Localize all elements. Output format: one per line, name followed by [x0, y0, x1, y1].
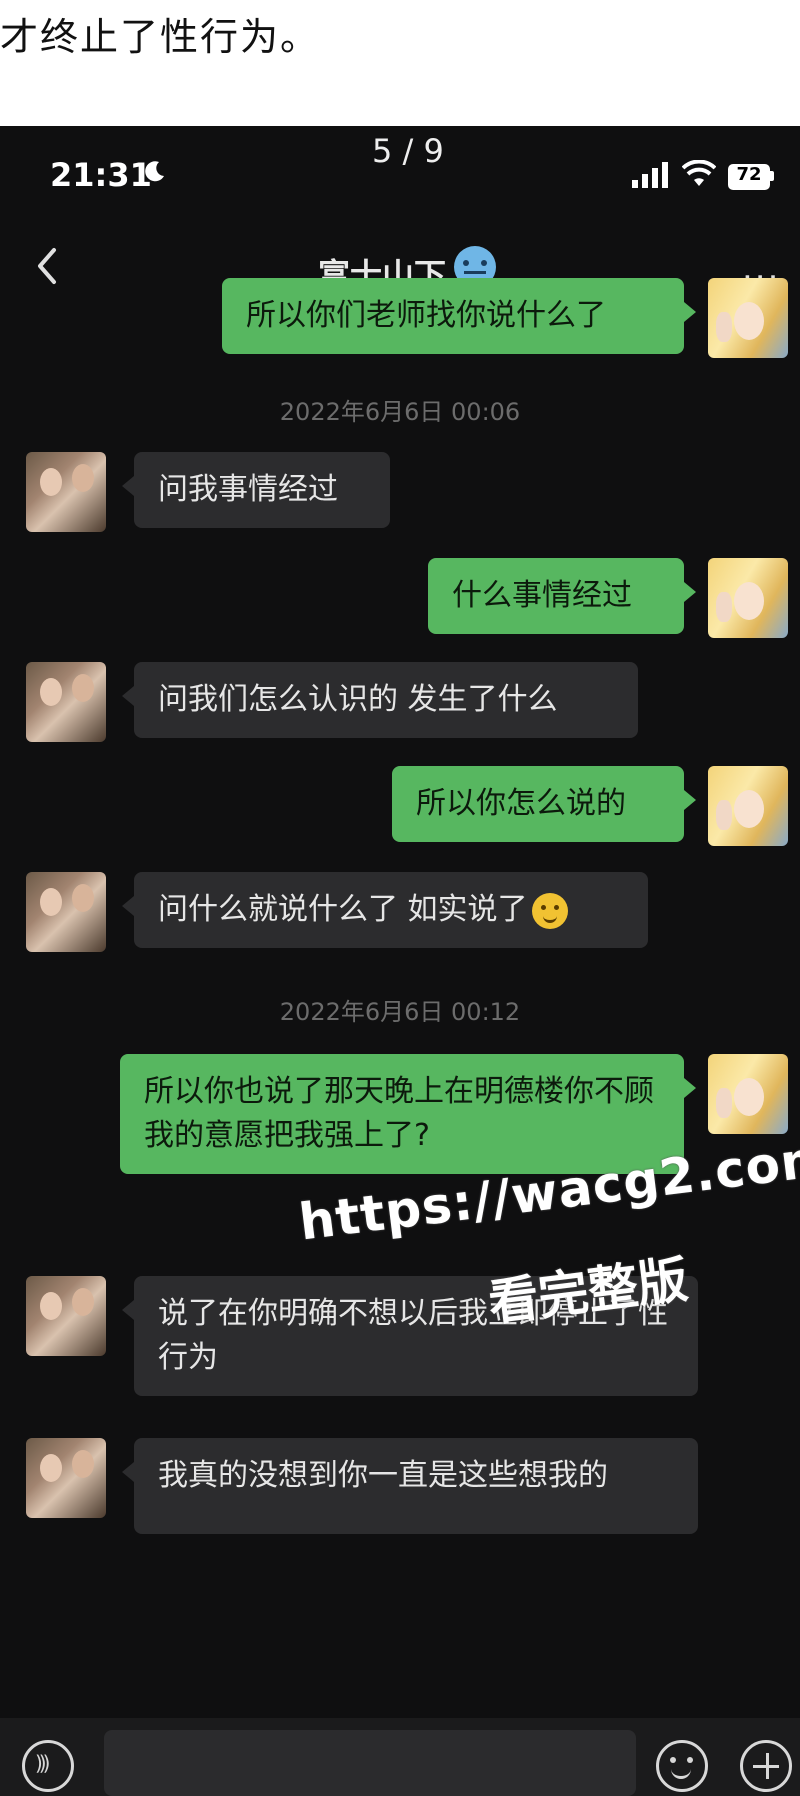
contact-avatar[interactable]: [26, 1438, 106, 1518]
message-text: 我真的没想到你一直是这些想我的: [158, 1458, 608, 1493]
message-received[interactable]: 问我们怎么认识的 发生了什么: [122, 662, 638, 738]
message-received[interactable]: 我真的没想到你一直是这些想我的: [122, 1438, 698, 1534]
message-sent[interactable]: 什么事情经过: [428, 558, 696, 634]
battery-level: 72: [736, 164, 762, 185]
back-arrow-icon[interactable]: [32, 244, 62, 288]
my-avatar[interactable]: [708, 766, 788, 846]
contact-avatar[interactable]: [26, 1276, 106, 1356]
plus-icon[interactable]: [740, 1740, 792, 1792]
message-input[interactable]: [104, 1730, 636, 1796]
message-text: 所以你们老师找你说什么了: [246, 298, 606, 333]
message-text: 问什么就说什么了 如实说了: [158, 892, 528, 927]
message-text: 所以你也说了那天晚上在明德楼你不顾我的意愿把我强上了?: [144, 1074, 654, 1153]
message-text: 什么事情经过: [452, 578, 632, 613]
signal-icon: [632, 162, 668, 188]
wifi-icon: [682, 160, 716, 186]
my-avatar[interactable]: [708, 278, 788, 358]
voice-icon[interactable]: [22, 1740, 74, 1792]
battery-indicator: 72: [728, 164, 770, 190]
my-avatar[interactable]: [708, 558, 788, 638]
message-received[interactable]: 问我事情经过: [122, 452, 390, 528]
message-sent[interactable]: 所以你怎么说的: [392, 766, 696, 842]
timestamp: 2022年6月6日 00:06: [279, 398, 521, 426]
message-text: 所以你怎么说的: [416, 786, 626, 821]
phone-screenshot: 5 / 9 21:31 72 富士山下 ··· 所以你们老师找你说什么了 202…: [0, 126, 800, 1796]
contact-avatar[interactable]: [26, 662, 106, 742]
sweat-emoji-icon: [531, 892, 568, 929]
message-sent[interactable]: 所以你们老师找你说什么了: [222, 278, 696, 354]
clock-time: 21:31: [50, 156, 152, 194]
moon-icon: [145, 161, 164, 182]
battery-tip: [770, 171, 774, 181]
caption-text: 才终止了性行为。: [0, 15, 321, 59]
emoji-icon[interactable]: [656, 1740, 708, 1792]
timestamp: 2022年6月6日 00:12: [279, 998, 521, 1026]
contact-avatar[interactable]: [26, 452, 106, 532]
message-text: 问我事情经过: [158, 472, 338, 507]
message-received[interactable]: 问什么就说什么了 如实说了: [122, 872, 648, 948]
contact-avatar[interactable]: [26, 872, 106, 952]
message-text: 问我们怎么认识的 发生了什么: [158, 682, 558, 717]
status-bar: 5 / 9 21:31 72: [0, 126, 800, 226]
my-avatar[interactable]: [708, 1054, 788, 1134]
page-indicator: 5 / 9: [372, 132, 444, 170]
